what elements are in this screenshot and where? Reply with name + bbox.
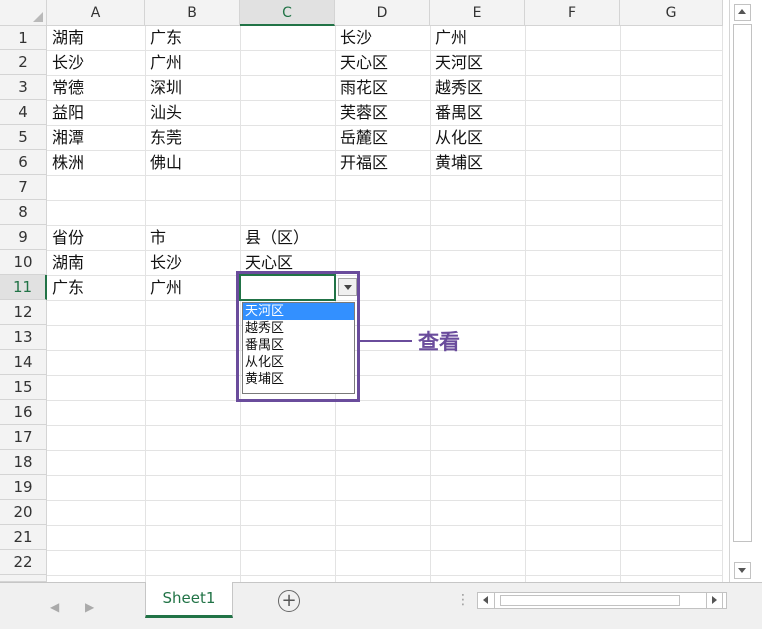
- cell-b6[interactable]: 佛山: [145, 150, 182, 175]
- row-header-23-partial: [0, 575, 47, 582]
- cell-a11[interactable]: 广东: [47, 275, 84, 300]
- cell-b1[interactable]: 广东: [145, 26, 182, 50]
- column-header-c[interactable]: C: [240, 0, 335, 26]
- cell-a6[interactable]: 株洲: [47, 150, 84, 175]
- row-header-2[interactable]: 2: [0, 50, 47, 75]
- cell-e1[interactable]: 广州: [430, 26, 467, 50]
- annotation-label: 查看: [418, 330, 460, 354]
- row-header-4[interactable]: 4: [0, 100, 47, 125]
- row-header-22[interactable]: 22: [0, 550, 47, 575]
- column-header-f[interactable]: F: [525, 0, 620, 26]
- cell-e5[interactable]: 从化区: [430, 125, 483, 150]
- row-header-21[interactable]: 21: [0, 525, 47, 550]
- row-header-7[interactable]: 7: [0, 175, 47, 200]
- cell-d4[interactable]: 芙蓉区: [335, 100, 388, 125]
- next-sheet-icon[interactable]: ▶: [85, 600, 94, 614]
- row-header-10[interactable]: 10: [0, 250, 47, 275]
- cell-a2[interactable]: 长沙: [47, 50, 84, 75]
- cell-a10[interactable]: 湖南: [47, 250, 84, 275]
- row-header-9[interactable]: 9: [0, 225, 47, 250]
- cell-a5[interactable]: 湘潭: [47, 125, 84, 150]
- row-header-12[interactable]: 12: [0, 300, 47, 325]
- cell-c9[interactable]: 县（区）: [240, 225, 309, 250]
- row-header-14[interactable]: 14: [0, 350, 47, 375]
- row-header-6[interactable]: 6: [0, 150, 47, 175]
- cell-b2[interactable]: 广州: [145, 50, 182, 75]
- row-header-16[interactable]: 16: [0, 400, 47, 425]
- row-header-13[interactable]: 13: [0, 325, 47, 350]
- row-header-11[interactable]: 11: [0, 275, 47, 300]
- column-header-b[interactable]: B: [145, 0, 240, 26]
- scroll-right-button[interactable]: [706, 592, 723, 609]
- cell-b4[interactable]: 汕头: [145, 100, 182, 125]
- scroll-left-button[interactable]: [478, 593, 495, 608]
- vertical-scrollbar[interactable]: [729, 0, 762, 582]
- plus-circle-icon[interactable]: +: [278, 590, 300, 612]
- column-header-d[interactable]: D: [335, 0, 430, 26]
- row-header-19[interactable]: 19: [0, 475, 47, 500]
- cell-e4[interactable]: 番禺区: [430, 100, 483, 125]
- cell-b11[interactable]: 广州: [145, 275, 182, 300]
- cell-b9[interactable]: 市: [145, 225, 166, 250]
- horizontal-scroll-thumb[interactable]: [500, 595, 680, 606]
- cell-d5[interactable]: 岳麓区: [335, 125, 388, 150]
- sheet-tab-sheet1[interactable]: Sheet1: [145, 582, 233, 618]
- tab-splitter-handle[interactable]: ⋮: [456, 592, 471, 608]
- cell-a3[interactable]: 常德: [47, 75, 84, 100]
- row-header-3[interactable]: 3: [0, 75, 47, 100]
- scroll-down-button[interactable]: [734, 562, 751, 579]
- horizontal-scrollbar[interactable]: [477, 592, 727, 609]
- row-header-17[interactable]: 17: [0, 425, 47, 450]
- row-header-15[interactable]: 15: [0, 375, 47, 400]
- column-header-a[interactable]: A: [47, 0, 145, 26]
- spreadsheet-app: A B C D E F G 1 2 3 4 5 6 7 8 9 10 11 12…: [0, 0, 762, 629]
- row-header-1[interactable]: 1: [0, 26, 47, 50]
- row-header-18[interactable]: 18: [0, 450, 47, 475]
- cell-b3[interactable]: 深圳: [145, 75, 182, 100]
- vertical-scroll-thumb[interactable]: [733, 24, 752, 542]
- cell-d2[interactable]: 天心区: [335, 50, 388, 75]
- cell-d1[interactable]: 长沙: [335, 26, 372, 50]
- cell-a4[interactable]: 益阳: [47, 100, 84, 125]
- row-header-20[interactable]: 20: [0, 500, 47, 525]
- cell-d3[interactable]: 雨花区: [335, 75, 388, 100]
- cell-b5[interactable]: 东莞: [145, 125, 182, 150]
- cell-e6[interactable]: 黄埔区: [430, 150, 483, 175]
- cell-e3[interactable]: 越秀区: [430, 75, 483, 100]
- cell-d6[interactable]: 开福区: [335, 150, 388, 175]
- select-all-button[interactable]: [0, 0, 47, 26]
- cell-e2[interactable]: 天河区: [430, 50, 483, 75]
- cell-a1[interactable]: 湖南: [47, 26, 84, 50]
- cell-b10[interactable]: 长沙: [145, 250, 182, 275]
- scroll-up-button[interactable]: [734, 4, 751, 21]
- cell-a9[interactable]: 省份: [47, 225, 84, 250]
- annotation-callout-line: [360, 340, 412, 342]
- row-header-5[interactable]: 5: [0, 125, 47, 150]
- column-header-e[interactable]: E: [430, 0, 525, 26]
- row-header-8[interactable]: 8: [0, 200, 47, 225]
- prev-sheet-icon[interactable]: ◀: [50, 600, 59, 614]
- sheet-tab-bar: ◀ ▶ Sheet1 + ⋮: [0, 582, 762, 629]
- column-header-g[interactable]: G: [620, 0, 723, 26]
- annotation-highlight-box: [236, 271, 360, 402]
